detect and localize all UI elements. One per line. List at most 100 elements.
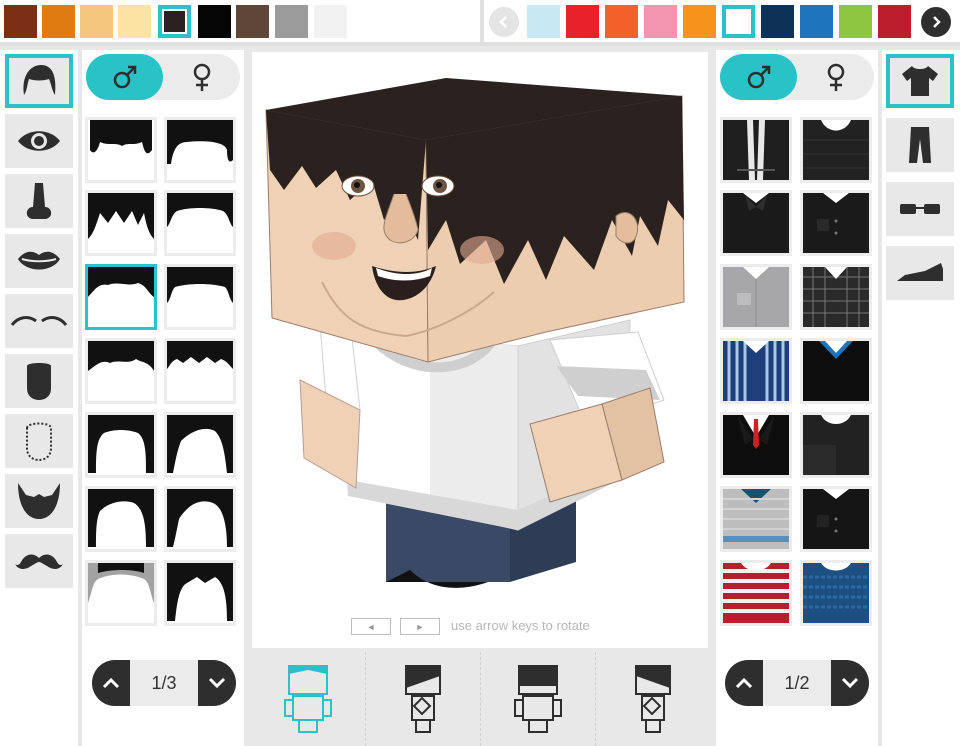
hair-style-icon	[167, 120, 233, 164]
clothing-color-swatch[interactable]	[761, 5, 794, 38]
category-shoes[interactable]	[886, 246, 954, 300]
view-tab-front[interactable]	[250, 652, 365, 746]
hair-style-icon	[88, 489, 154, 547]
hair-option[interactable]	[85, 338, 157, 404]
hair-color-swatch[interactable]	[275, 5, 308, 38]
hair-style-icon	[90, 120, 152, 154]
hair-option[interactable]	[85, 190, 157, 256]
hoodie-icon	[723, 120, 789, 180]
jacket-blue-collar-icon	[803, 341, 869, 401]
hair-option[interactable]	[164, 190, 236, 256]
right-male-option[interactable]	[720, 54, 797, 100]
shirt-option[interactable]	[800, 486, 872, 552]
front-view-icon	[283, 665, 332, 733]
rotate-left-glyph: ◄	[366, 621, 376, 632]
right-pager-prev-button[interactable]	[725, 660, 763, 706]
category-glasses[interactable]	[886, 182, 954, 236]
chevron-right-icon	[933, 16, 941, 28]
shirt-option[interactable]	[720, 190, 792, 256]
hair-style-icon	[88, 563, 154, 603]
view-tab-side-right[interactable]	[595, 652, 710, 746]
clothing-color-swatch[interactable]	[566, 5, 599, 38]
hair-option[interactable]	[85, 412, 157, 478]
hair-option[interactable]	[164, 338, 236, 404]
left-gender-toggle	[86, 54, 240, 100]
category-beard[interactable]	[5, 474, 73, 528]
right-cheek	[460, 236, 504, 264]
shirt-option[interactable]	[800, 412, 872, 478]
hair-option[interactable]	[85, 486, 157, 552]
shirt-option[interactable]	[800, 338, 872, 404]
category-mustache[interactable]	[5, 534, 73, 588]
shirt-option[interactable]	[800, 264, 872, 330]
hair-option[interactable]	[164, 117, 236, 183]
shirt-option[interactable]	[720, 117, 792, 183]
clothing-color-swatch[interactable]	[878, 5, 911, 38]
chevron-down-icon	[208, 677, 226, 689]
clothing-color-swatch-selected[interactable]	[722, 5, 755, 38]
hair-color-swatch[interactable]	[4, 5, 37, 38]
clothing-color-swatch[interactable]	[644, 5, 677, 38]
category-shirt[interactable]	[886, 54, 954, 108]
shirt-option[interactable]	[720, 412, 792, 478]
hair-color-swatch-selected[interactable]	[158, 5, 191, 38]
hair-option[interactable]	[164, 486, 236, 552]
left-female-option[interactable]	[163, 54, 240, 100]
rotate-right-key[interactable]: ►	[400, 618, 440, 635]
clothing-color-swatch[interactable]	[527, 5, 560, 38]
clothing-color-swatch[interactable]	[800, 5, 833, 38]
hair-option[interactable]	[164, 560, 236, 626]
right-female-option[interactable]	[797, 54, 874, 100]
left-male-option[interactable]	[86, 54, 163, 100]
clothing-color-swatch[interactable]	[839, 5, 872, 38]
hair-option-selected[interactable]	[85, 264, 157, 330]
shirt-option[interactable]	[720, 486, 792, 552]
hair-option[interactable]	[164, 264, 236, 330]
character-3d-preview[interactable]	[260, 70, 700, 600]
colors-prev-button[interactable]	[489, 7, 519, 37]
left-pager: 1/3	[92, 660, 236, 706]
rotate-hint: use arrow keys to rotate	[451, 618, 590, 633]
shirt-striped-blue-icon	[723, 341, 789, 401]
category-nose[interactable]	[5, 174, 73, 228]
polo-black-icon	[723, 193, 789, 253]
shirt-option[interactable]	[720, 560, 792, 626]
hair-color-swatch[interactable]	[80, 5, 113, 38]
left-pager-prev-button[interactable]	[92, 660, 130, 706]
hair-color-swatch[interactable]	[118, 5, 151, 38]
hair-option[interactable]	[85, 560, 157, 626]
male-symbol-icon	[113, 65, 136, 89]
shirt-option[interactable]	[800, 560, 872, 626]
hair-color-swatch[interactable]	[236, 5, 269, 38]
hair-color-swatch[interactable]	[42, 5, 75, 38]
category-eyes[interactable]	[5, 114, 73, 168]
view-tab-back[interactable]	[480, 652, 595, 746]
colors-next-button[interactable]	[921, 7, 951, 37]
category-mouth[interactable]	[5, 234, 73, 288]
clothing-color-swatch[interactable]	[683, 5, 716, 38]
shirt-option[interactable]	[720, 338, 792, 404]
hair-color-swatch[interactable]	[198, 5, 231, 38]
shirt-option[interactable]	[800, 117, 872, 183]
hair-option[interactable]	[85, 117, 157, 183]
category-eyebrows[interactable]	[5, 294, 73, 348]
hair-style-icon	[167, 563, 233, 621]
category-pants[interactable]	[886, 118, 954, 172]
chevron-up-icon	[102, 677, 120, 689]
view-tab-side-left[interactable]	[365, 652, 480, 746]
hair-option[interactable]	[164, 412, 236, 478]
shirt-option[interactable]	[800, 190, 872, 256]
category-face-outline[interactable]	[5, 414, 73, 468]
clothing-color-swatch[interactable]	[605, 5, 638, 38]
shoe-icon	[897, 263, 943, 281]
category-face-shape[interactable]	[5, 354, 73, 408]
shirt-option[interactable]	[720, 264, 792, 330]
left-pager-label: 1/3	[151, 673, 177, 693]
hair-style-icon	[88, 341, 154, 371]
shirt-grey-icon	[723, 267, 789, 327]
hair-color-swatch[interactable]	[314, 5, 347, 38]
beard-icon	[18, 483, 60, 519]
rotate-left-key[interactable]: ◄	[351, 618, 391, 635]
category-hair[interactable]	[5, 54, 73, 108]
hair-icon	[23, 65, 56, 95]
